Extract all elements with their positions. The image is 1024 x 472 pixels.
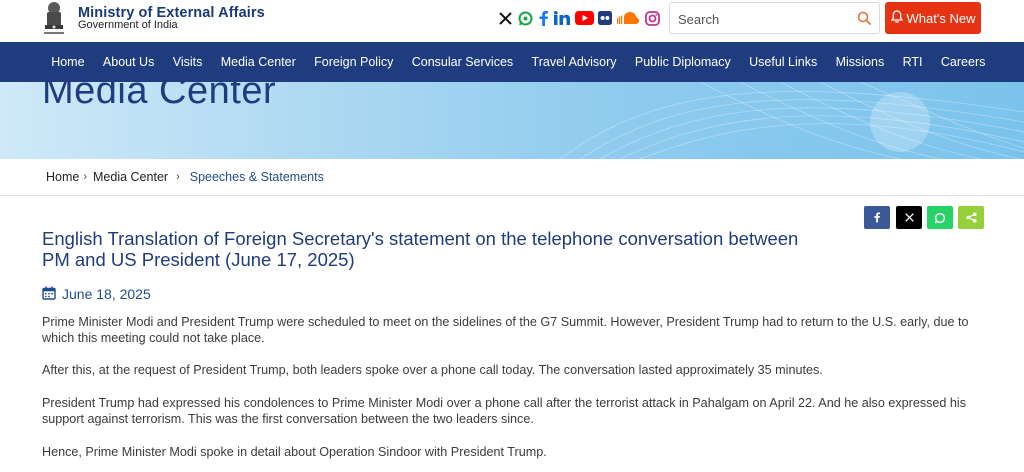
search-box (669, 2, 880, 34)
national-emblem-logo[interactable] (40, 0, 68, 38)
breadcrumb-home[interactable]: Home (46, 170, 79, 184)
page-banner: Media Center (0, 82, 1024, 159)
share-icon (965, 212, 977, 223)
breadcrumb-current: Speeches & Statements (189, 170, 324, 184)
article-paragraph: After this, at the request of President … (42, 363, 823, 377)
banner-title: Media Center (42, 82, 277, 112)
nav-item-travel-advisory[interactable]: Travel Advisory (522, 55, 625, 69)
youtube-icon[interactable] (574, 9, 594, 27)
share-whatsapp-button[interactable] (927, 206, 953, 229)
flickr-icon[interactable] (597, 9, 612, 27)
nav-item-foreign-policy[interactable]: Foreign Policy (305, 55, 403, 69)
article-date: June 18, 2025 (62, 286, 151, 302)
nav-item-home[interactable]: Home (42, 55, 94, 69)
search-icon[interactable] (857, 11, 871, 30)
nav-item-consular-services[interactable]: Consular Services (403, 55, 523, 69)
search-input[interactable] (678, 9, 848, 29)
site-header: Ministry of External Affairs Government … (0, 0, 1024, 42)
whats-new-label: What's New (906, 10, 976, 26)
breadcrumb-separator-icon: › (83, 171, 88, 183)
breadcrumb-separator-icon: › (176, 171, 180, 183)
calendar-icon (42, 286, 56, 303)
breadcrumb: Home › Media Center › Speeches & Stateme… (0, 159, 1024, 196)
article-title: English Translation of Foreign Secretary… (42, 228, 799, 270)
whatsapp-icon[interactable] (516, 9, 534, 27)
nav-item-useful-links[interactable]: Useful Links (740, 55, 826, 69)
nav-item-missions[interactable]: Missions (826, 55, 893, 69)
nav-item-visits[interactable]: Visits (164, 55, 212, 69)
whatsapp-icon (934, 212, 946, 223)
breadcrumb-media-center[interactable]: Media Center (93, 170, 168, 184)
nav-item-about-us[interactable]: About Us (94, 55, 164, 69)
article-paragraph: President Trump had expressed his condol… (42, 396, 967, 426)
article-paragraph: Prime Minister Modi and President Trump … (42, 315, 969, 345)
soundcloud-icon[interactable] (617, 9, 639, 27)
instagram-icon[interactable] (644, 9, 660, 27)
article-date-row: June 18, 2025 (42, 285, 151, 303)
share-x-button[interactable] (896, 206, 922, 229)
main-navigation: Home About Us Visits Media Center Foreig… (0, 42, 1024, 82)
x-icon[interactable] (497, 9, 513, 27)
nav-item-public-diplomacy[interactable]: Public Diplomacy (626, 55, 740, 69)
whats-new-button[interactable]: What's New (885, 2, 981, 34)
site-subtitle: Government of India (78, 19, 178, 31)
facebook-icon[interactable] (537, 9, 549, 27)
nav-item-media-center[interactable]: Media Center (212, 55, 305, 69)
nav-item-rti[interactable]: RTI (893, 55, 931, 69)
nav-item-careers[interactable]: Careers (932, 55, 995, 69)
bell-icon (890, 10, 903, 26)
share-more-button[interactable] (958, 206, 984, 229)
share-facebook-button[interactable] (864, 206, 890, 229)
article-paragraph: Hence, Prime Minister Modi spoke in deta… (42, 445, 547, 459)
x-icon (904, 213, 914, 222)
linkedin-icon[interactable] (553, 9, 571, 27)
facebook-icon (874, 212, 880, 223)
